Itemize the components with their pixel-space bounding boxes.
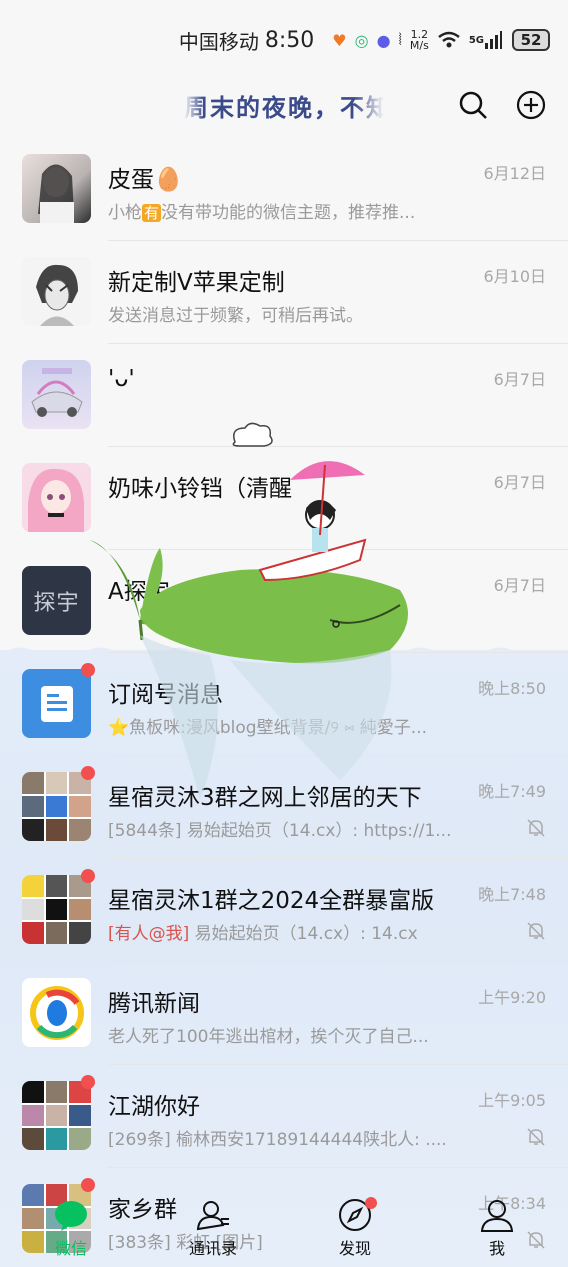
app-header: 周末的夜晚，不知 (0, 80, 568, 130)
search-icon (459, 91, 487, 119)
chat-time: 上午9:05 (478, 1091, 546, 1110)
chat-item[interactable]: 新定制V苹果定制 发送消息过于频繁，可稍后再试。 6月10日 (0, 241, 568, 344)
chat-time: 6月7日 (493, 473, 546, 492)
chat-item[interactable]: 星宿灵沐1群之2024全群暴富版 [有人@我] 易始起始页（14.cx）: 14… (0, 859, 568, 962)
chat-time: 晚上7:49 (478, 782, 546, 801)
chat-item[interactable]: 订阅号消息 ⭐魚板咪:漫风blog壁纸背景/୨ ⑅ 純愛子... 晚上8:50 (0, 653, 568, 756)
unread-dot (81, 1075, 95, 1089)
chat-time: 晚上8:50 (478, 679, 546, 698)
unread-dot (81, 869, 95, 883)
group-avatar (22, 772, 91, 841)
chat-item[interactable]: 江湖你好 [269条] 榆林西安17189144444陕北人: .... 上午9… (0, 1065, 568, 1168)
chat-item[interactable]: 皮蛋🥚 小枪有没有带功能的微信主题，推荐推... 6月12日 (0, 138, 568, 241)
unread-dot (81, 766, 95, 780)
battery-indicator: 52 (512, 29, 550, 51)
chat-time: 6月12日 (483, 164, 546, 183)
chat-item[interactable]: 腾讯新闻 老人死了100年逃出棺材，挨个灭了自己... 上午9:20 (0, 962, 568, 1065)
preview-text: 易始起始页（14.cx）: 14.cx (189, 924, 418, 944)
chat-time: 上午9:20 (478, 988, 546, 1007)
contacts-icon (196, 1201, 229, 1231)
status-bar: 中国移动 8:50 ♥ ◎ ● ⦚ 1.2 M/s 5G 52 (0, 0, 568, 80)
avatar (22, 154, 91, 223)
group-avatar (22, 875, 91, 944)
avatar (22, 360, 91, 429)
tab-discover[interactable]: 发现 (295, 1197, 415, 1259)
chat-preview: 小枪有没有带功能的微信主题，推荐推... (108, 198, 415, 223)
unread-dot (81, 663, 95, 677)
tab-wechat[interactable]: 微信 (11, 1197, 131, 1259)
preview-tag: 有 (142, 204, 162, 222)
network-speed: 1.2 M/s (410, 29, 429, 51)
unread-dot (81, 1178, 95, 1192)
chat-item[interactable]: 探宇 A探宇ᯤ⁹⁰⁰ᴳ 6月7日 (0, 550, 568, 653)
tab-label: 发现 (338, 1239, 371, 1258)
sync-icon: ◎ (354, 30, 369, 50)
clock: 8:50 (264, 27, 315, 53)
avatar (22, 463, 91, 532)
chat-item[interactable]: 星宿灵沐3群之网上邻居的天下 [5844条] 易始起始页（14.cx）: htt… (0, 756, 568, 859)
chat-name: 腾讯新闻 (108, 991, 200, 1017)
person-icon (480, 1200, 514, 1232)
chat-name: 江湖你好 (108, 1094, 200, 1120)
chat-preview: [5844条] 易始起始页（14.cx）: https://1... (108, 821, 452, 841)
page-title: 周末的夜晚，不知 (184, 93, 384, 122)
chat-list: 皮蛋🥚 小枪有没有带功能的微信主题，推荐推... 6月12日 新定制V苹果定制 … (0, 138, 568, 1267)
chat-name: 星宿灵沐3群之网上邻居的天下 (108, 785, 422, 811)
group-avatar (22, 1081, 91, 1150)
mute-bell-icon (527, 922, 545, 940)
avatar (22, 669, 91, 738)
chat-name: 订阅号消息 (108, 682, 223, 708)
tab-label: 通讯录 (188, 1239, 237, 1258)
cellular-signal-icon: 5G (469, 31, 502, 49)
preview-sender: 小枪 (108, 203, 142, 223)
chat-name: 'ᴗ' (108, 366, 135, 392)
vibrate-icon: ⦚ (398, 30, 402, 49)
chat-name: 新定制V苹果定制 (108, 270, 285, 296)
mute-bell-icon (527, 1128, 545, 1146)
avatar (22, 257, 91, 326)
mute-bell-icon (527, 819, 545, 837)
chat-name: 皮蛋🥚 (108, 167, 183, 193)
tab-label: 我 (488, 1239, 505, 1258)
network-type: 5G (468, 34, 484, 46)
discover-badge-dot (365, 1197, 377, 1209)
carrier-label: 中国移动 (178, 29, 259, 54)
avatar (22, 978, 91, 1047)
chat-preview: ⭐魚板咪:漫风blog壁纸背景/୨ ⑅ 純愛子... (108, 718, 428, 738)
preview-text: 没有带功能的微信主题，推荐推... (161, 203, 416, 223)
subscription-icon (40, 685, 73, 722)
plus-circle-icon (516, 90, 546, 120)
avatar: 探宇 (22, 566, 91, 635)
chat-time: 晚上7:48 (478, 885, 546, 904)
chat-preview: [有人@我] 易始起始页（14.cx）: 14.cx (108, 919, 418, 944)
chat-name: 奶味小铃铛（清醒 (108, 476, 292, 502)
speed-unit: M/s (409, 39, 429, 52)
chat-name: 星宿灵沐1群之2024全群暴富版 (108, 888, 435, 914)
wifi-icon (437, 31, 461, 49)
search-button[interactable] (458, 90, 488, 120)
chat-preview: [269条] 榆林西安17189144444陕北人: .... (108, 1130, 447, 1150)
avatar-text: 探宇 (33, 590, 80, 616)
tab-label: 微信 (54, 1239, 87, 1258)
chat-icon (55, 1201, 87, 1231)
tab-me[interactable]: 我 (437, 1197, 557, 1259)
chat-time: 6月7日 (493, 576, 546, 595)
chat-preview: 发送消息过于频繁，可稍后再试。 (108, 306, 363, 326)
chat-name: A探宇ᯤ⁹⁰⁰ᴳ (108, 579, 230, 605)
heart-icon: ♥ (332, 30, 347, 50)
bottom-nav: 微信 通讯录 发现 我 (0, 1189, 568, 1267)
tencent-news-logo-icon (29, 985, 84, 1040)
chat-time: 6月7日 (493, 370, 546, 389)
chat-item[interactable]: 奶味小铃铛（清醒 6月7日 (0, 447, 568, 550)
chat-time: 6月10日 (483, 267, 546, 286)
app-notification-icon: ● (376, 30, 391, 50)
tab-contacts[interactable]: 通讯录 (153, 1197, 273, 1259)
chat-preview: 老人死了100年逃出棺材，挨个灭了自己... (108, 1027, 429, 1047)
mention-tag: [有人@我] (108, 924, 190, 944)
add-button[interactable] (516, 90, 546, 120)
chat-item[interactable]: 'ᴗ' 6月7日 (0, 344, 568, 447)
